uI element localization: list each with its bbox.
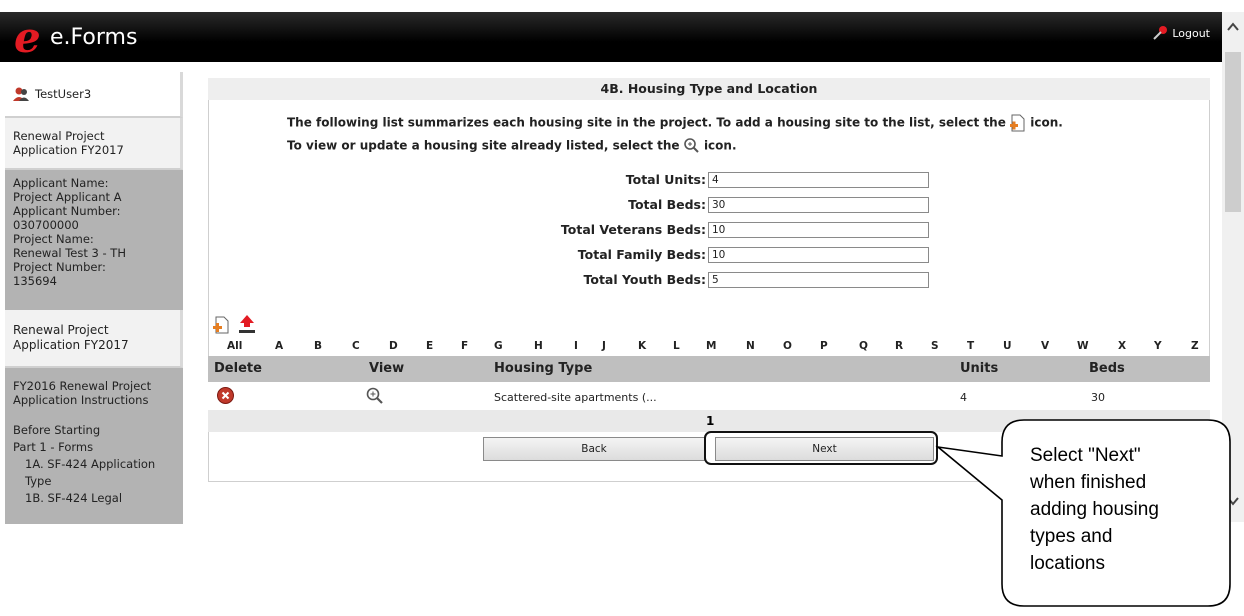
callout-text: Select "Next" when finished adding housi…	[1030, 442, 1210, 577]
callout-line-1: Select "Next"	[1030, 445, 1141, 466]
callout-line-4: types and	[1030, 526, 1113, 547]
callout-line-5: locations	[1030, 553, 1105, 574]
callout-line-2: when finished	[1030, 472, 1147, 493]
callout-line-3: adding housing	[1030, 499, 1159, 520]
